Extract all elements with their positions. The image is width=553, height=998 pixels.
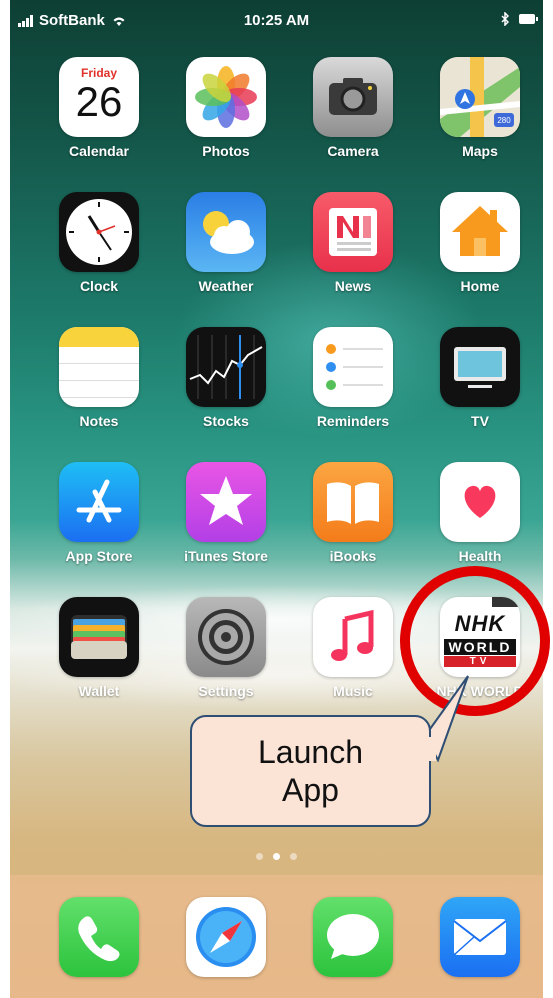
launch-app-callout: Launch App	[190, 715, 431, 827]
callout-line-2: App	[282, 772, 339, 808]
callout-line-1: Launch	[258, 734, 363, 770]
callout-pointer-joint	[422, 737, 436, 761]
callout-pointer	[423, 675, 469, 763]
